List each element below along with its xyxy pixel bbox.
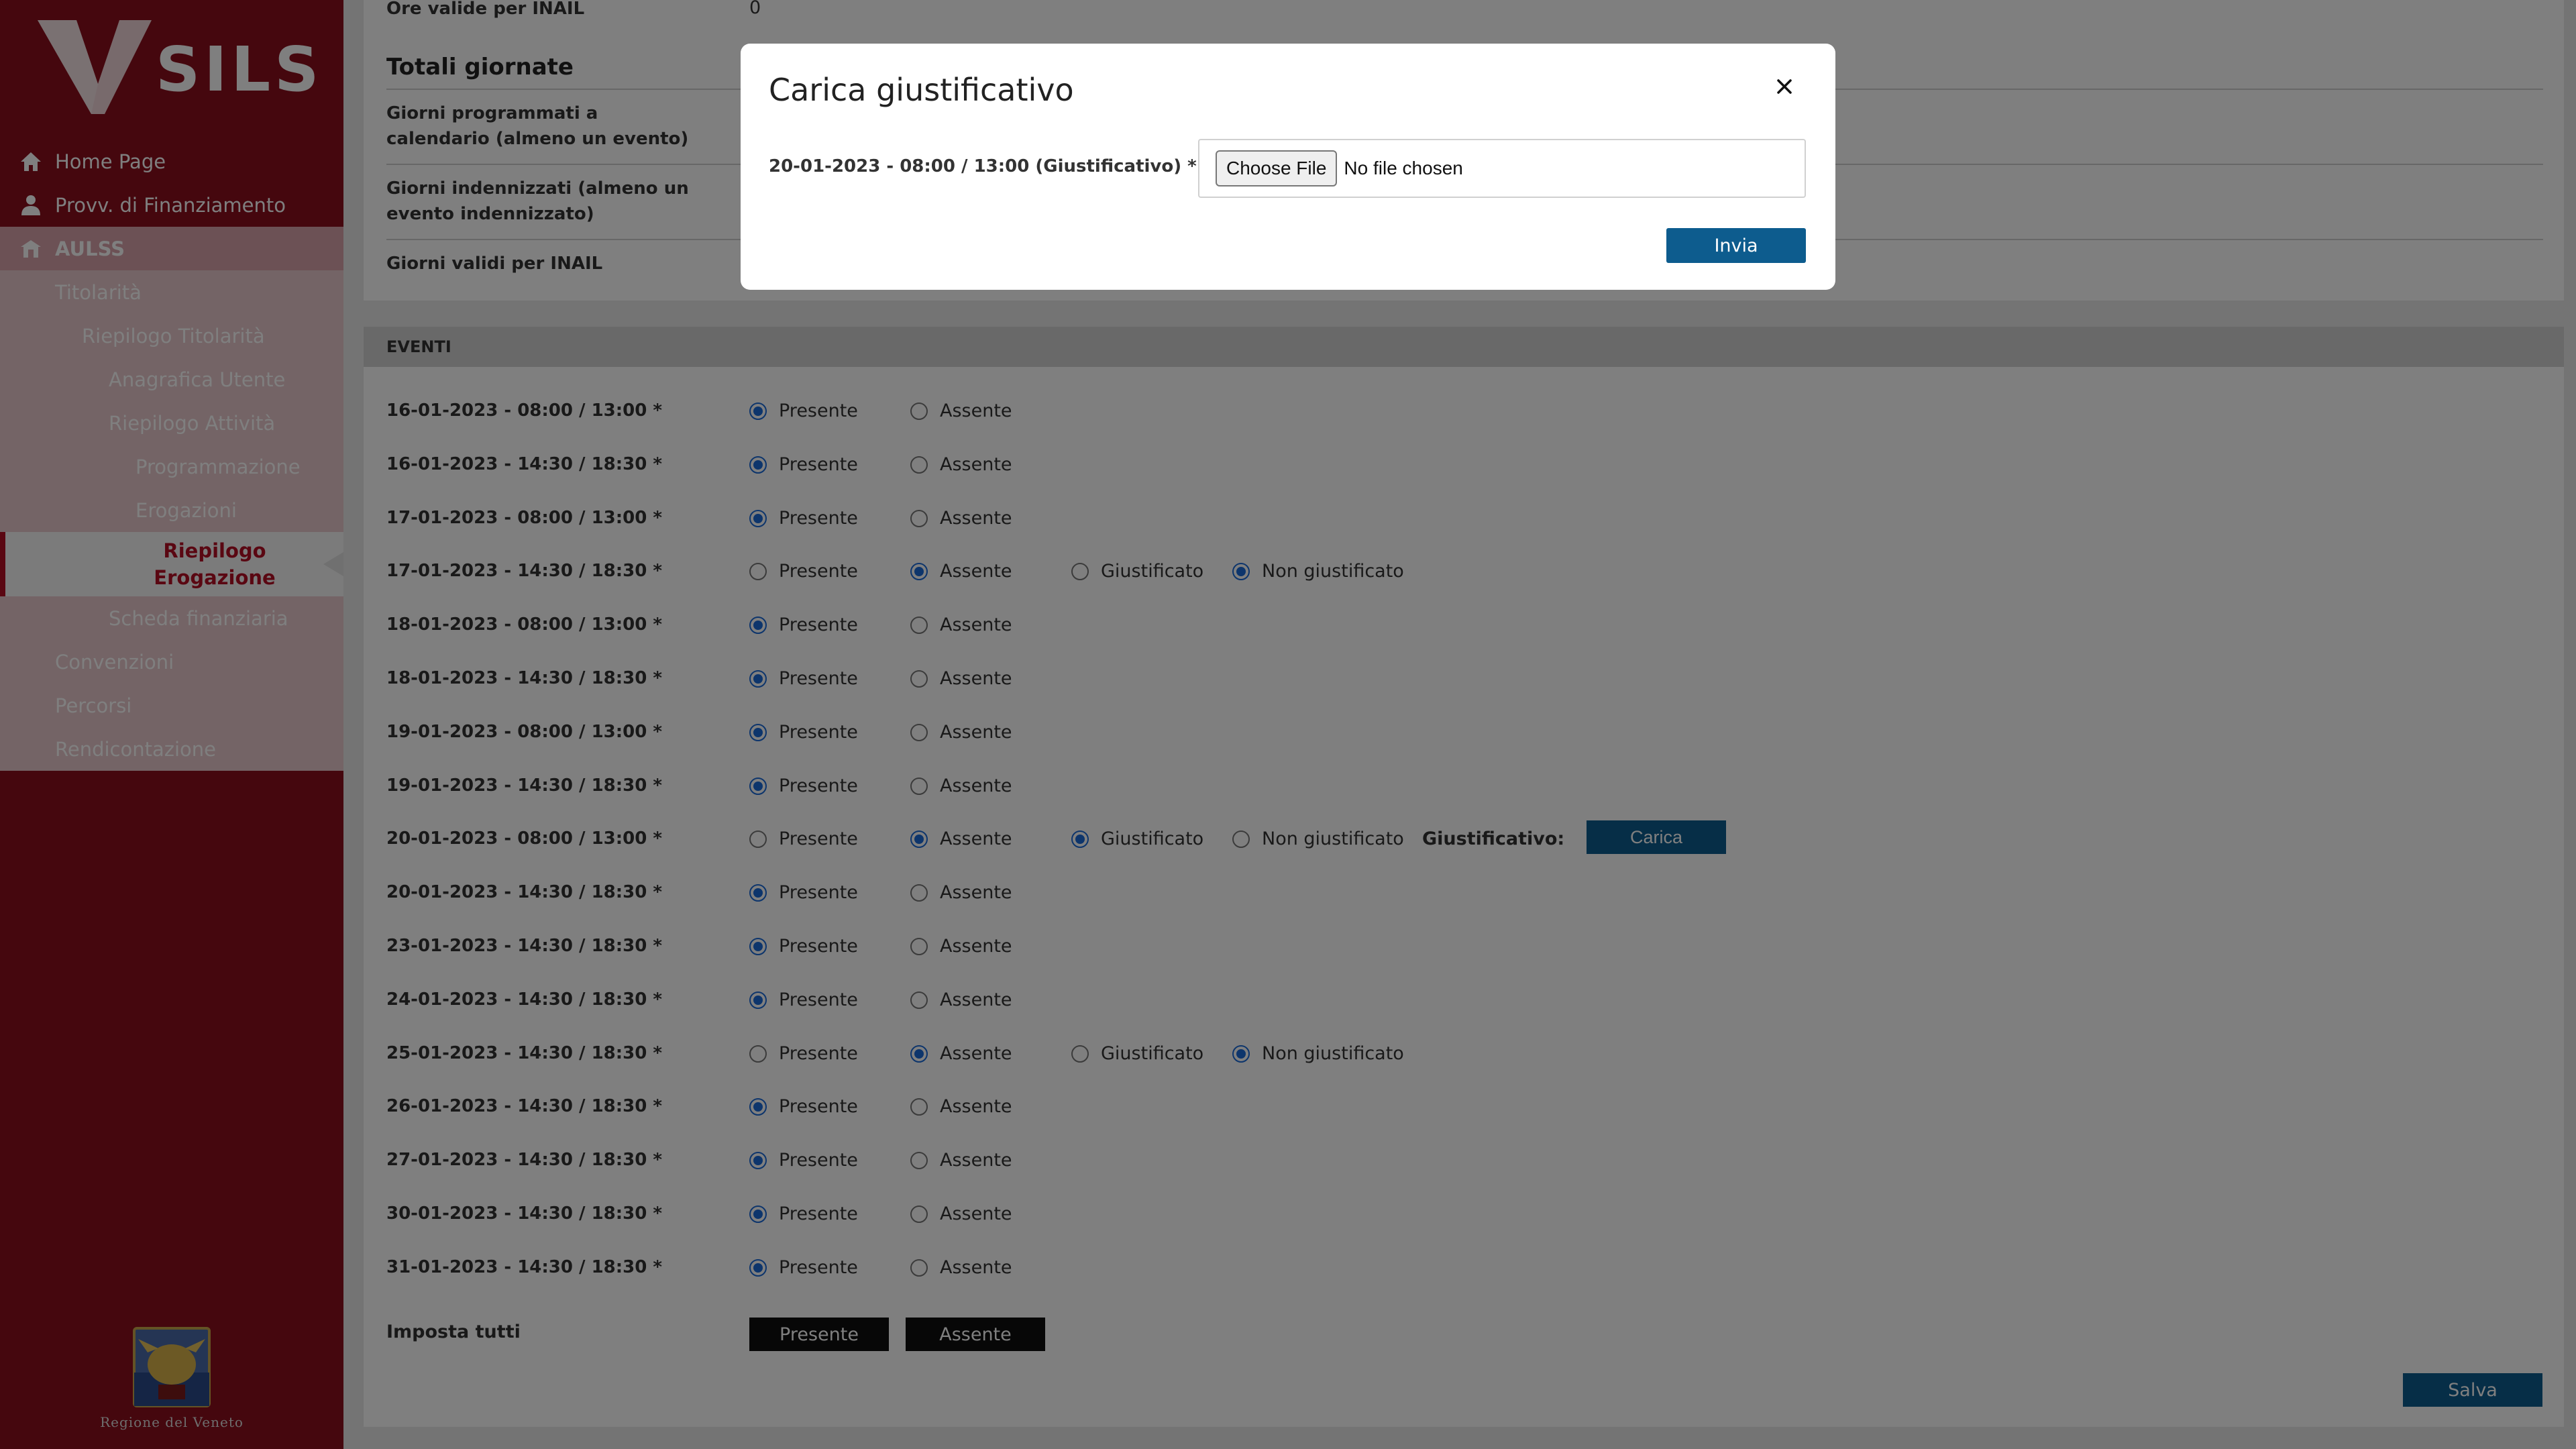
upload-modal: Carica giustificativo 20-01-2023 - 08:00… xyxy=(741,44,1835,290)
choose-file-button[interactable]: Choose File xyxy=(1216,150,1338,186)
modal-title: Carica giustificativo xyxy=(769,72,1074,108)
close-icon[interactable] xyxy=(1771,73,1798,100)
file-status: No file chosen xyxy=(1344,158,1463,178)
submit-button[interactable]: Invia xyxy=(1666,228,1806,263)
file-field-label: 20-01-2023 - 08:00 / 13:00 (Giustificati… xyxy=(769,156,1197,176)
file-input[interactable]: Choose File No file chosen xyxy=(1198,139,1806,198)
